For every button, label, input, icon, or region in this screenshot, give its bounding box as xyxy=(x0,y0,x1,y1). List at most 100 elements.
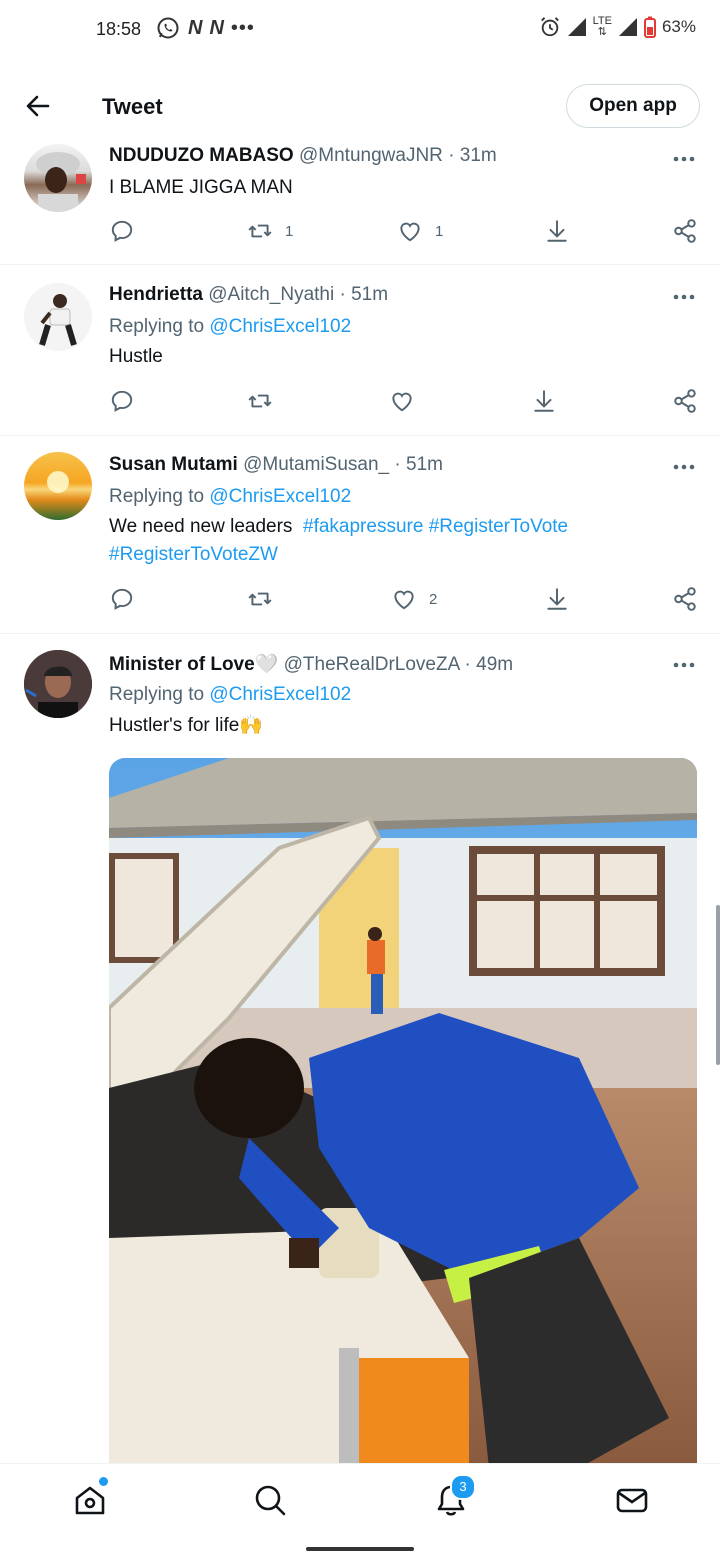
more-icon[interactable] xyxy=(672,152,696,166)
replying-to: Replying to @ChrisExcel102 xyxy=(109,684,351,706)
like-icon xyxy=(394,590,414,610)
like-icon xyxy=(392,392,412,412)
retweet-icon xyxy=(248,224,272,238)
like-button[interactable]: 1 xyxy=(397,218,443,244)
hashtag-link[interactable]: #RegisterToVote xyxy=(429,516,568,537)
like-icon xyxy=(400,222,420,242)
like-button[interactable] xyxy=(389,388,427,414)
system-home-indicator[interactable] xyxy=(306,1547,414,1551)
reply-icon xyxy=(111,390,133,412)
download-button[interactable] xyxy=(544,586,570,612)
tweet-time: · 49m xyxy=(464,654,514,675)
replying-to-link[interactable]: @ChrisExcel102 xyxy=(209,684,351,705)
reply-icon xyxy=(111,588,133,610)
back-arrow-icon[interactable] xyxy=(22,90,54,122)
bottom-navigation: 3 xyxy=(0,1463,720,1538)
retweet-count: 1 xyxy=(285,222,294,240)
open-app-button[interactable]: Open app xyxy=(566,84,700,128)
alarm-icon xyxy=(540,17,559,37)
author-handle[interactable]: @Aitch_Nyathi xyxy=(208,284,334,305)
retweet-button[interactable]: 1 xyxy=(247,218,293,244)
tweet-text: Hustler's for life🙌 xyxy=(109,712,699,740)
network-n-icon: N xyxy=(188,16,202,39)
reply-button[interactable] xyxy=(109,388,135,414)
replying-to-label: Replying to xyxy=(109,684,205,705)
reply-icon xyxy=(111,220,133,242)
share-icon xyxy=(674,389,696,413)
tweet-text: I BLAME JIGGA MAN xyxy=(109,177,293,198)
author-handle[interactable]: @MutamiSusan_ xyxy=(243,454,389,475)
tweet-time: · 51m xyxy=(339,284,389,305)
avatar[interactable] xyxy=(24,144,92,212)
messages-icon[interactable] xyxy=(614,1482,650,1518)
tweet-text-content: We need new leaders xyxy=(109,516,293,537)
share-button[interactable] xyxy=(672,586,698,612)
signal-icon xyxy=(567,18,586,36)
retweet-icon xyxy=(248,394,272,408)
more-notifications-icon: ••• xyxy=(230,16,255,39)
share-button[interactable] xyxy=(672,388,698,414)
battery-level: 63% xyxy=(661,17,696,36)
author-name[interactable]: Hendrietta xyxy=(109,284,203,305)
photo-mechanic-working-on-car xyxy=(109,758,697,1468)
avatar-image xyxy=(24,650,92,718)
top-bar: Tweet Open app xyxy=(0,70,720,140)
hashtag-link[interactable]: #RegisterToVoteZW xyxy=(109,544,278,565)
more-icon[interactable] xyxy=(672,460,696,474)
replying-to-label: Replying to xyxy=(109,316,205,337)
reply-button[interactable] xyxy=(109,586,135,612)
battery-icon xyxy=(643,16,656,38)
tweet-text-content: Hustler's for life xyxy=(109,715,240,736)
author-handle[interactable]: @MntungwaJNR xyxy=(299,145,443,166)
tweet-actions: 1 1 xyxy=(0,218,720,250)
download-button[interactable] xyxy=(544,218,570,244)
avatar[interactable] xyxy=(24,452,92,520)
tweet-media-photo[interactable] xyxy=(109,758,697,1468)
more-icon[interactable] xyxy=(672,658,696,672)
tweet-actions xyxy=(0,388,720,420)
like-button[interactable]: 2 xyxy=(391,586,437,612)
tweet-card[interactable]: NDUDUZO MABASO @MntungwaJNR · 31m I BLAM… xyxy=(0,140,720,265)
retweet-icon xyxy=(248,592,272,606)
replying-to-link[interactable]: @ChrisExcel102 xyxy=(209,316,351,337)
download-icon xyxy=(547,588,567,610)
download-icon xyxy=(534,390,554,412)
tweet-card[interactable]: Susan Mutami @MutamiSusan_ · 51m Replyin… xyxy=(0,436,720,634)
share-button[interactable] xyxy=(672,218,698,244)
notifications-badge: 3 xyxy=(450,1474,476,1500)
avatar[interactable] xyxy=(24,650,92,718)
replying-to-link[interactable]: @ChrisExcel102 xyxy=(209,486,351,507)
tweet-header: Minister of Love🤍 @TheRealDrLoveZA · 49m xyxy=(109,652,513,676)
signal-icon xyxy=(618,18,637,36)
download-icon xyxy=(547,220,567,242)
avatar-image xyxy=(39,294,77,346)
retweet-button[interactable] xyxy=(247,388,285,414)
tweet-header: NDUDUZO MABASO @MntungwaJNR · 31m xyxy=(109,145,497,167)
hashtag-link[interactable]: #fakapressure xyxy=(303,516,423,537)
scroll-indicator[interactable] xyxy=(716,905,720,1065)
tweet-header: Hendrietta @Aitch_Nyathi · 51m xyxy=(109,284,388,306)
author-name[interactable]: NDUDUZO MABASO xyxy=(109,145,294,166)
reply-button[interactable] xyxy=(109,218,135,244)
author-name[interactable]: Susan Mutami xyxy=(109,454,238,475)
page-title: Tweet xyxy=(102,94,163,119)
avatar-image xyxy=(36,152,86,212)
share-icon xyxy=(674,219,696,243)
author-handle[interactable]: @TheRealDrLoveZA xyxy=(284,654,460,675)
replying-to-label: Replying to xyxy=(109,486,205,507)
network-n-icon: N xyxy=(209,16,223,39)
tweet-text: Hustle xyxy=(109,346,163,367)
tweet-header: Susan Mutami @MutamiSusan_ · 51m xyxy=(109,454,443,476)
search-icon[interactable] xyxy=(252,1482,288,1518)
more-icon[interactable] xyxy=(672,290,696,304)
retweet-button[interactable] xyxy=(247,586,285,612)
author-name[interactable]: Minister of Love xyxy=(109,654,255,675)
avatar[interactable] xyxy=(24,283,92,351)
tweet-text: We need new leaders #fakapressure #Regis… xyxy=(109,513,699,569)
tweet-card[interactable]: Hendrietta @Aitch_Nyathi · 51m Replying … xyxy=(0,265,720,436)
download-button[interactable] xyxy=(531,388,557,414)
share-icon xyxy=(674,587,696,611)
lte-indicator: LTE ⇅ xyxy=(592,15,612,38)
whatsapp-icon xyxy=(157,17,179,39)
white-heart-emoji: 🤍 xyxy=(254,654,279,675)
